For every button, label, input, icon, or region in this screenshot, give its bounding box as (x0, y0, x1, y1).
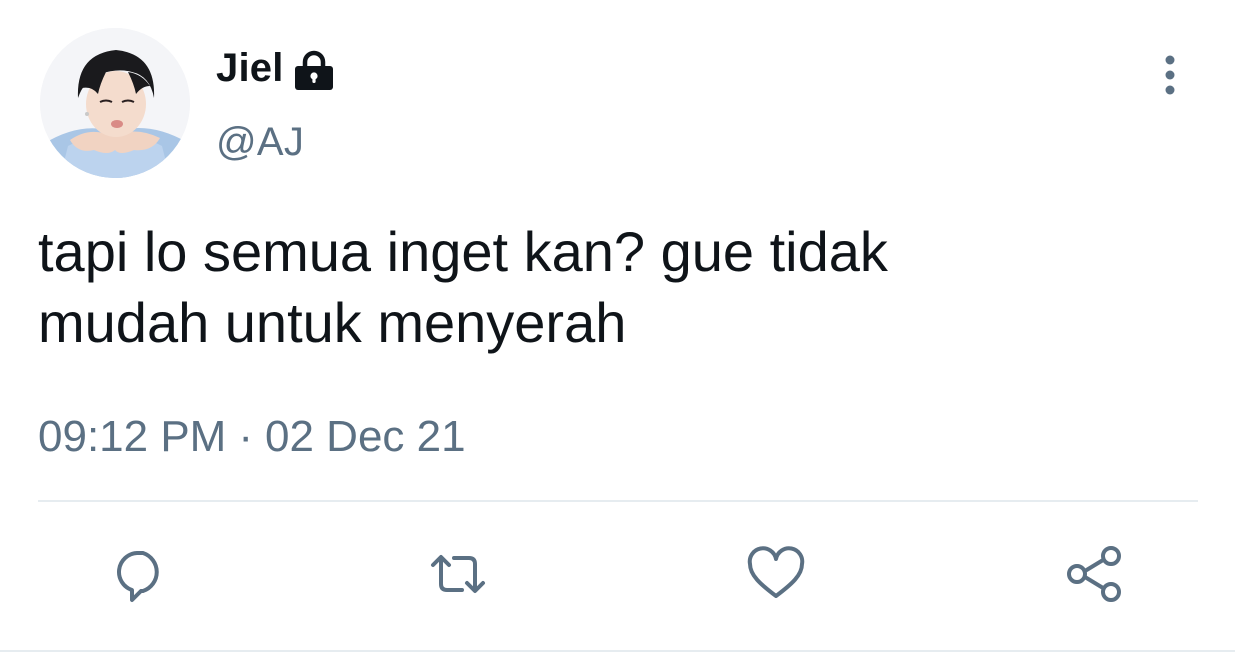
user-handle[interactable]: @AJ (216, 120, 304, 165)
display-name[interactable]: Jiel (216, 46, 284, 91)
reply-button[interactable] (110, 544, 170, 604)
share-icon (1067, 546, 1121, 602)
tweet-time: 09:12 PM (38, 412, 227, 461)
more-vertical-icon[interactable] (1152, 52, 1188, 98)
avatar[interactable] (40, 28, 190, 178)
timestamp-separator: · (238, 412, 253, 461)
retweet-button[interactable] (428, 544, 488, 604)
tweet-card: Jiel @AJ tapi lo semua inget kan? gue ti… (0, 0, 1235, 666)
like-button[interactable] (746, 544, 806, 604)
reply-icon (117, 551, 159, 602)
heart-icon (747, 546, 805, 598)
display-name-row: Jiel (216, 40, 336, 96)
lock-icon (292, 48, 336, 92)
tweet-text: tapi lo semua inget kan? gue tidak mudah… (38, 220, 888, 354)
tweet-date: 02 Dec 21 (265, 412, 466, 461)
tweet-timestamp[interactable]: 09:12 PM · 02 Dec 21 (38, 412, 466, 462)
bottom-divider (0, 650, 1235, 652)
retweet-icon (431, 555, 485, 593)
divider (38, 500, 1198, 502)
share-button[interactable] (1064, 544, 1124, 604)
